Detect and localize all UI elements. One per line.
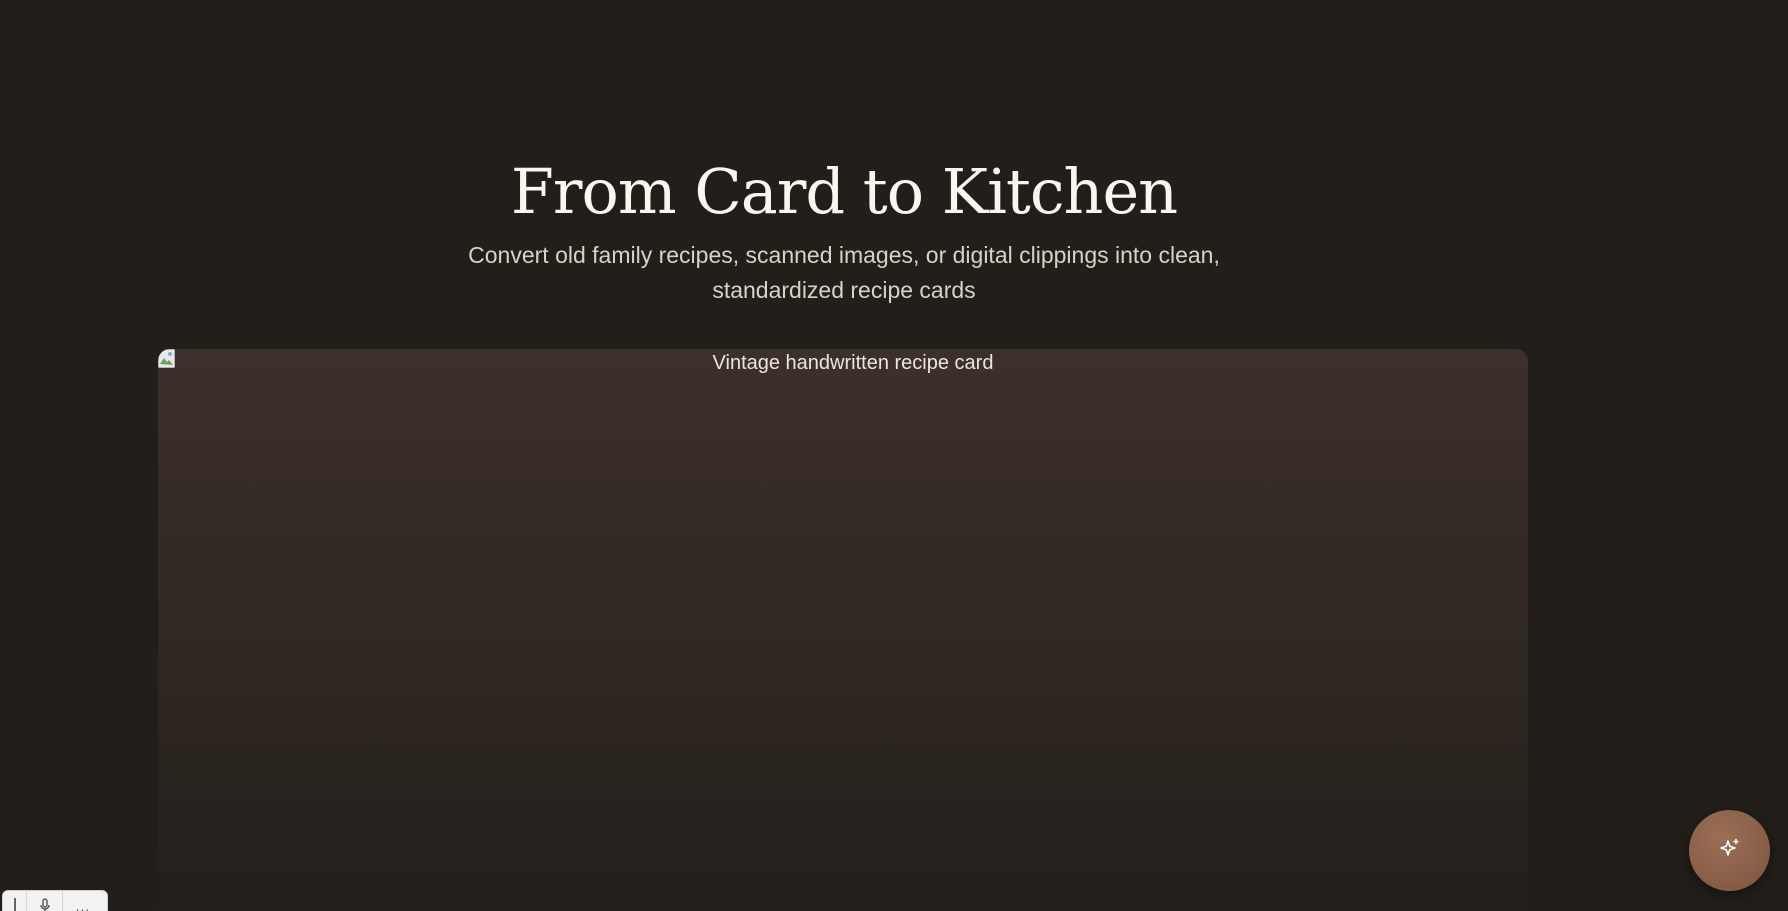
sparkle-icon (1718, 837, 1742, 865)
ai-assistant-button[interactable] (1689, 810, 1770, 891)
floating-toolbar: ... (2, 890, 108, 911)
microphone-icon[interactable] (27, 891, 63, 911)
page-subtitle: Convert old family recipes, scanned imag… (468, 242, 1220, 303)
landing-page: From Card to Kitchen Convert old family … (0, 0, 1788, 911)
grip-icon[interactable] (3, 891, 27, 911)
recipe-card-image: Vintage handwritten recipe card (158, 349, 1528, 911)
image-alt-text: Vintage handwritten recipe card (712, 352, 994, 374)
page-title: From Card to Kitchen (510, 155, 1178, 228)
more-options-button[interactable]: ... (63, 891, 103, 911)
